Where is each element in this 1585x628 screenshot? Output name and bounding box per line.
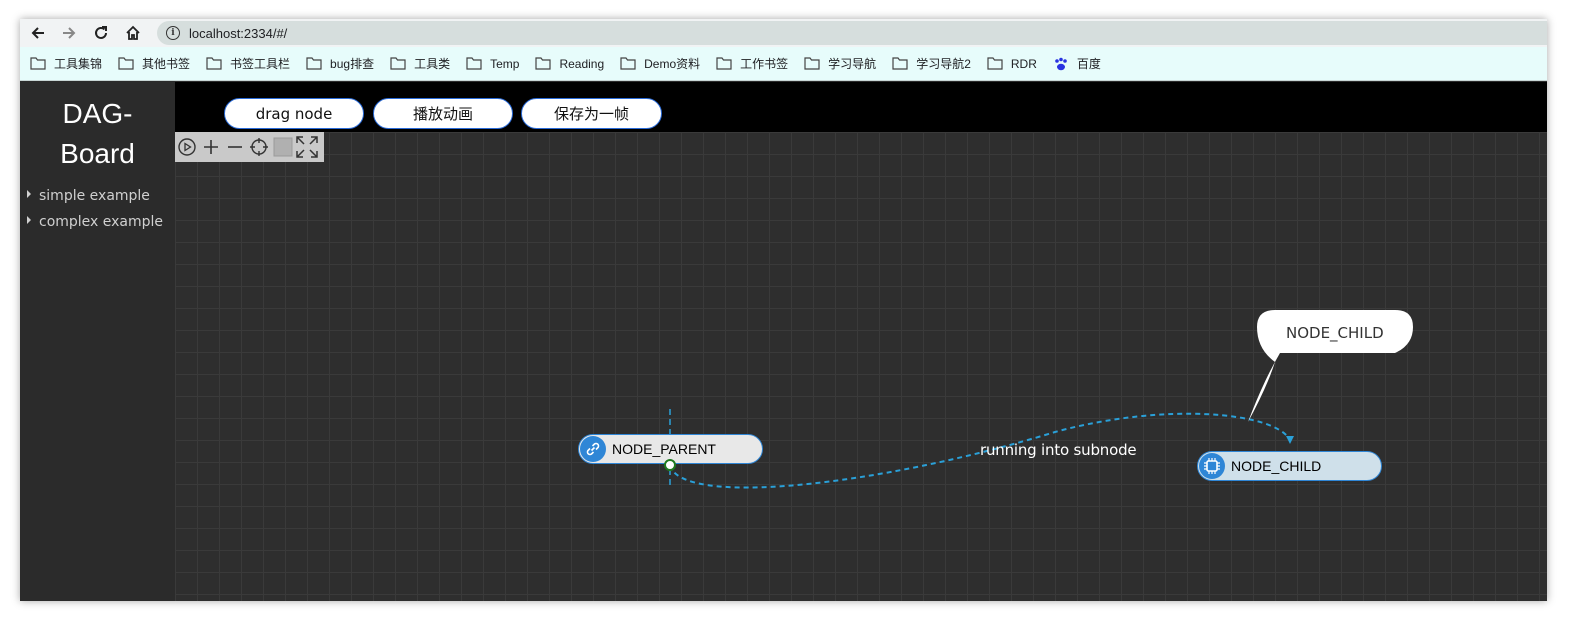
link-icon <box>580 436 606 462</box>
bookmark-item[interactable]: Demo资料 <box>620 55 700 72</box>
bookmark-label: 学习导航 <box>828 57 877 71</box>
bookmark-item[interactable]: 学习导航 <box>804 55 876 72</box>
caret-right-icon <box>27 216 31 224</box>
folder-icon <box>118 57 134 70</box>
url-field[interactable]: i localhost:2334/#/ <box>157 21 1547 45</box>
back-button[interactable] <box>26 21 50 45</box>
sidebar-item-complex-example[interactable]: complex example <box>27 214 163 230</box>
save-frame-button[interactable]: 保存为一帧 <box>521 98 662 129</box>
folder-icon <box>620 57 636 70</box>
sidebar-item-label: complex example <box>39 214 164 230</box>
baidu-paw-icon <box>1055 57 1067 70</box>
bookmark-item[interactable]: 工具集锦 <box>30 55 102 72</box>
sidebar-item-simple-example[interactable]: simple example <box>27 188 150 204</box>
top-toolbar: drag node 播放动画 保存为一帧 <box>175 82 1547 132</box>
bookmark-item[interactable]: 其他书签 <box>118 55 190 72</box>
bookmark-label: bug排查 <box>330 57 375 71</box>
bookmark-label: Demo资料 <box>644 57 701 71</box>
connection-port-icon[interactable] <box>663 458 677 472</box>
info-icon[interactable]: i <box>166 26 180 40</box>
bookmark-label: 学习导航2 <box>916 57 971 71</box>
bookmarks-bar: 工具集锦 其他书签 书签工具栏 bug排查 工具类 Temp Reading D… <box>20 47 1547 81</box>
bookmark-item[interactable]: 学习导航2 <box>892 55 971 72</box>
bookmark-label: 其他书签 <box>142 57 191 71</box>
play-animation-button[interactable]: 播放动画 <box>373 98 513 129</box>
bookmark-item[interactable]: 百度 <box>1053 55 1101 72</box>
bookmark-label: Temp <box>490 56 520 71</box>
arrow-right-icon <box>63 27 76 39</box>
edge-label: running into subnode <box>980 441 1137 459</box>
brand-title: DAG- Board <box>20 94 175 174</box>
bookmark-item[interactable]: 书签工具栏 <box>206 55 290 72</box>
drag-node-button[interactable]: drag node <box>224 98 364 129</box>
folder-icon <box>716 57 732 70</box>
home-icon <box>126 25 140 40</box>
tooltip-label: NODE_CHILD <box>1286 324 1384 342</box>
arrow-head-icon <box>1286 436 1294 444</box>
caret-right-icon <box>27 190 31 198</box>
folder-icon <box>892 57 908 70</box>
node-label: NODE_CHILD <box>1231 458 1322 474</box>
url-text: localhost:2334/#/ <box>189 25 288 41</box>
brand-line: Board <box>60 138 135 169</box>
bookmark-label: 百度 <box>1076 57 1101 71</box>
brand-line: DAG- <box>62 98 133 129</box>
folder-icon <box>804 57 820 70</box>
node-label: NODE_PARENT <box>612 441 716 457</box>
folder-icon <box>390 57 406 70</box>
folder-icon <box>987 57 1003 70</box>
forward-button[interactable] <box>57 21 81 45</box>
node-child[interactable]: NODE_CHILD <box>1197 451 1382 481</box>
sidebar-item-label: simple example <box>39 188 150 204</box>
folder-icon <box>30 57 46 70</box>
folder-icon <box>535 57 552 70</box>
reload-button[interactable] <box>89 21 113 45</box>
bookmark-item[interactable]: bug排查 <box>306 55 374 72</box>
folder-icon <box>206 57 222 70</box>
bookmark-label: Reading <box>559 56 605 71</box>
folder-icon <box>466 57 482 70</box>
sidebar: DAG- Board simple example complex exampl… <box>20 82 176 601</box>
home-button[interactable] <box>121 21 145 45</box>
bookmark-item[interactable]: 工具类 <box>390 55 450 72</box>
graph-canvas[interactable]: NODE_CHILD NODE_PARENT NODE_CHILD runnin… <box>175 132 1547 601</box>
arrow-left-icon <box>31 27 44 39</box>
app-area: DAG- Board simple example complex exampl… <box>20 82 1547 601</box>
chip-icon <box>1199 453 1225 479</box>
bookmark-item[interactable]: 工作书签 <box>716 55 788 72</box>
bookmark-label: RDR <box>1010 56 1037 71</box>
browser-window: i localhost:2334/#/ 工具集锦 其他书签 书签工具栏 bug排… <box>20 19 1547 601</box>
reload-icon <box>95 26 107 39</box>
folder-icon <box>306 57 322 70</box>
bookmark-label: 工作书签 <box>740 57 789 71</box>
bookmark-item[interactable]: Temp <box>466 57 519 71</box>
bookmark-item[interactable]: RDR <box>987 57 1037 71</box>
edge-layer <box>669 310 1413 489</box>
bookmark-label: 工具集锦 <box>54 57 103 71</box>
bookmark-label: 工具类 <box>414 57 451 71</box>
address-bar: i localhost:2334/#/ <box>20 19 1547 47</box>
bookmark-item[interactable]: Reading <box>535 57 604 71</box>
bookmark-label: 书签工具栏 <box>230 57 291 71</box>
